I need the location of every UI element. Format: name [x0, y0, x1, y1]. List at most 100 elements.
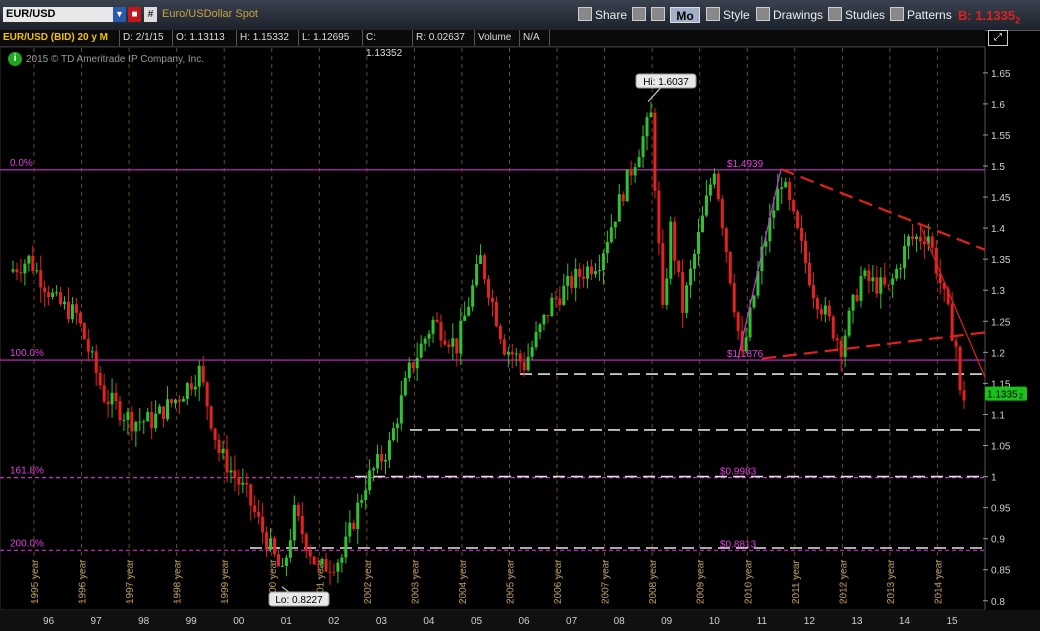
candle-body [114, 392, 118, 402]
expand-icon[interactable]: ⤢ [988, 30, 1008, 46]
candle-body [336, 562, 340, 572]
candle-body [530, 347, 534, 357]
candle-body [372, 468, 376, 471]
share-button[interactable]: Share [578, 5, 627, 25]
candle-body [641, 136, 645, 158]
candle-body [522, 361, 526, 371]
symbol-description: Euro/USDollar Spot [162, 8, 258, 20]
candle-body [918, 236, 922, 242]
candle-body [130, 411, 134, 432]
candle-body [562, 285, 566, 305]
candle-body [35, 270, 39, 272]
candle-body [427, 333, 431, 339]
candle-body [90, 351, 94, 353]
price-axis-label: 0.95 [991, 504, 1011, 515]
drawings-button[interactable]: Drawings [756, 5, 823, 25]
time-axis-label: 99 [186, 616, 198, 627]
candle-body [308, 550, 312, 557]
crosshair-tool-button[interactable] [632, 5, 649, 25]
candle-body [800, 227, 804, 241]
bid-value: B: 1.1335 [958, 8, 1016, 23]
link-icon[interactable]: ■ [128, 7, 141, 22]
time-axis-label: 04 [423, 616, 435, 627]
info-high: H: 1.15332 [237, 30, 299, 46]
candle-body [300, 515, 304, 535]
period-selector[interactable]: Mo [670, 7, 700, 23]
candle-body [189, 383, 193, 390]
ohlc-info-bar: EUR/USD (BID) 20 y M D: 2/1/15 O: 1.1311… [0, 30, 985, 59]
candle-body [475, 263, 479, 286]
candle-body [550, 297, 554, 317]
candle-body [459, 320, 463, 354]
year-axis-label: 1997 year [125, 559, 136, 604]
candle-body [166, 399, 170, 420]
candle-body [804, 240, 807, 263]
candle-body [554, 297, 558, 299]
candle-body [411, 362, 415, 369]
candle-body [399, 395, 403, 424]
low-marker: Lo: 0.8227 [275, 595, 323, 606]
candle-body [356, 502, 360, 530]
symbol-dropdown-icon[interactable]: ▼ [113, 7, 126, 22]
studies-button[interactable]: Studies [828, 5, 885, 25]
info-icon[interactable]: i [8, 52, 22, 66]
candle-body [879, 277, 883, 294]
candle-body [744, 337, 748, 352]
candle-body [871, 277, 875, 282]
candle-body [110, 392, 114, 405]
info-volume-label: Volume [475, 30, 520, 46]
pencil-tool-button[interactable] [651, 5, 668, 25]
candle-body [605, 242, 609, 254]
price-chart[interactable]: 1995 year 1996 year 1997 year 1998 year 1999… [0, 0, 1040, 631]
candle-body [31, 255, 35, 272]
time-axis-label: 12 [804, 616, 816, 627]
candle-body [629, 169, 633, 176]
time-axis-label: 96 [43, 616, 55, 627]
candle-body [681, 272, 685, 313]
candle-body [70, 304, 74, 320]
candle-body [883, 277, 887, 285]
candle-body [772, 210, 776, 218]
candle-body [395, 423, 399, 429]
year-axis-label: 2004 year [458, 559, 469, 604]
candle-body [609, 227, 613, 243]
hash-icon[interactable]: # [144, 7, 157, 22]
style-button[interactable]: Style [706, 5, 750, 25]
candle-body [895, 268, 899, 279]
patterns-icon [890, 7, 904, 21]
info-low: L: 1.12695 [299, 30, 363, 46]
candle-body [510, 351, 514, 355]
time-axis-label: 05 [471, 616, 483, 627]
candle-body [451, 338, 455, 347]
candle-body [899, 268, 903, 270]
candle-body [94, 351, 98, 373]
candle-body [154, 413, 158, 429]
candle-body [708, 184, 712, 196]
year-axis-label: 1999 year [220, 559, 231, 604]
candle-body [637, 157, 641, 168]
candle-body [173, 399, 177, 404]
info-range: R: 0.02637 [413, 30, 475, 46]
candle-body [843, 335, 847, 357]
candle-body [27, 255, 31, 264]
candle-body [891, 278, 895, 285]
candle-body [724, 228, 728, 253]
candle-body [586, 266, 590, 279]
price-axis-label: 1.4 [991, 224, 1005, 235]
time-axis-label: 03 [376, 616, 388, 627]
candle-body [146, 412, 150, 422]
crosshair-icon [632, 7, 646, 21]
time-axis-label: 09 [661, 616, 673, 627]
fib-percent-label: 200.0% [10, 538, 44, 549]
style-icon [706, 7, 720, 21]
candle-body [590, 266, 594, 275]
info-volume-value: N/A [520, 30, 550, 46]
time-axis-label: 98 [138, 616, 150, 627]
price-axis-label: 1.1 [991, 410, 1005, 421]
candle-body [526, 356, 530, 371]
candle-body [811, 285, 815, 299]
patterns-button[interactable]: Patterns [890, 5, 952, 25]
candle-body [106, 401, 110, 405]
candle-body [39, 270, 43, 288]
symbol-input[interactable]: EUR/USD [3, 7, 113, 22]
